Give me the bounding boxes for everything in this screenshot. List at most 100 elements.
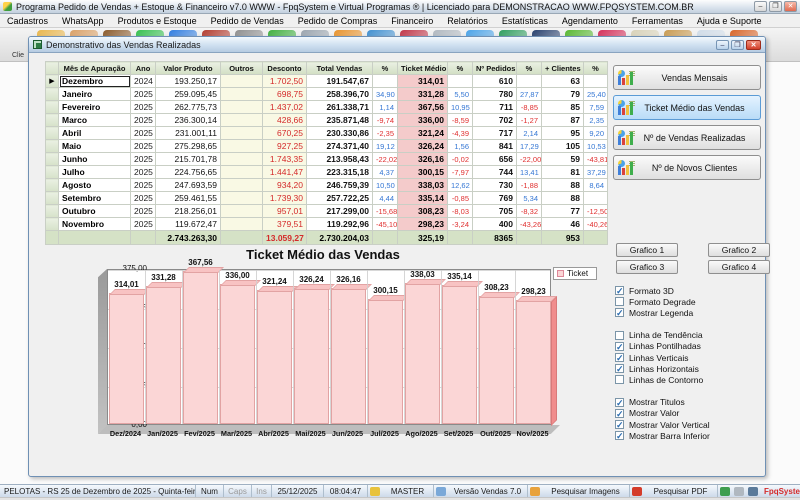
cell-mes[interactable]: Dezembro [58,74,131,88]
side-button-n-de-vendas-realizadas[interactable]: Nº de Vendas Realizadas [613,125,761,150]
cell-p_total[interactable]: -2,35 [372,126,398,140]
cell-clientes[interactable]: 79 [541,87,584,101]
checkbox-linhas-pontilhadas[interactable]: ✓ Linhas Pontilhadas [615,341,701,352]
cell-total[interactable]: 235.871,48 [306,113,373,127]
checkbox-mostrar-barra-inferior[interactable]: ✓ Mostrar Barra Inferior [615,430,710,441]
cell-p_clientes[interactable]: 8,64 [583,178,608,192]
cell-p_ticket[interactable]: 1,56 [447,139,473,153]
cell-mes[interactable]: Abril [58,126,131,140]
button-grafico-1[interactable]: Grafico 1 [616,243,678,257]
cell-ano[interactable]: 2025 [130,165,156,179]
checkbox-formato-3d[interactable]: ✓ Formato 3D [615,285,674,296]
cell-valor[interactable]: 218.256,01 [155,204,221,218]
menu-item-agendamento[interactable]: Agendamento [555,16,625,26]
cell-p_clientes[interactable]: -43,81 [583,152,608,166]
button-grafico-2[interactable]: Grafico 2 [708,243,770,257]
cell-pedidos[interactable]: 610 [472,74,517,88]
cell-clientes[interactable]: 85 [541,100,584,114]
cell-p_clientes[interactable]: -12,50 [583,204,608,218]
cell-total[interactable]: 191.547,67 [306,74,373,88]
cell-valor[interactable]: 224.756,65 [155,165,221,179]
cell-p_ticket[interactable]: -0,02 [447,152,473,166]
checkbox-linhas-horizontais[interactable]: ✓ Linhas Horizontais [615,363,699,374]
cell-mes[interactable]: Julho [58,165,131,179]
side-button-n-de-novos-clientes[interactable]: Nº de Novos Clientes [613,155,761,180]
cell-ticket[interactable]: 331,28 [397,87,448,101]
cell-p_pedidos[interactable]: 13,41 [516,165,542,179]
cell-p_ticket[interactable]: -4,39 [447,126,473,140]
cell-outros[interactable] [220,165,263,179]
cell-ticket[interactable]: 308,23 [397,204,448,218]
cell-total[interactable]: 213.958,43 [306,152,373,166]
cell-ticket[interactable]: 326,24 [397,139,448,153]
cell-p_pedidos[interactable]: 5,34 [516,191,542,205]
cell-valor[interactable]: 275.298,65 [155,139,221,153]
cell-mes[interactable]: Janeiro [58,87,131,101]
menu-item-ajuda-e-suporte[interactable]: Ajuda e Suporte [690,16,769,26]
cell-outros[interactable] [220,87,263,101]
button-grafico-3[interactable]: Grafico 3 [616,260,678,274]
menu-item-financeiro[interactable]: Financeiro [384,16,440,26]
cell-p_clientes[interactable]: -40,26 [583,217,608,231]
cell-outros[interactable] [220,152,263,166]
cell-p_clientes[interactable]: 7,59 [583,100,608,114]
cell-total[interactable]: 257.722,25 [306,191,373,205]
cell-p_clientes[interactable]: 25,40 [583,87,608,101]
cell-p_total[interactable]: -45,10 [372,217,398,231]
cell-p_ticket[interactable]: 5,50 [447,87,473,101]
cell-ano[interactable]: 2025 [130,139,156,153]
menu-item-whatsapp[interactable]: WhatsApp [55,16,111,26]
cell-mes[interactable]: Junho [58,152,131,166]
checkbox-mostrar-valor[interactable]: ✓ Mostrar Valor [615,408,679,419]
cell-ticket[interactable]: 326,16 [397,152,448,166]
cell-outros[interactable] [220,126,263,140]
cell-ticket[interactable]: 321,24 [397,126,448,140]
cell-clientes[interactable]: 87 [541,113,584,127]
cell-desconto[interactable]: 1.743,35 [262,152,307,166]
cell-total[interactable]: 230.330,86 [306,126,373,140]
minimize-button[interactable]: – [754,1,767,12]
cell-total[interactable]: 261.338,71 [306,100,373,114]
checkbox-mostrar-legenda[interactable]: ✓ Mostrar Legenda [615,307,693,318]
checkbox-formato-degrade[interactable]: Formato Degrade [615,296,696,307]
cell-ano[interactable]: 2025 [130,191,156,205]
cell-valor[interactable]: 231.001,11 [155,126,221,140]
cell-desconto[interactable]: 1.437,02 [262,100,307,114]
cell-ticket[interactable]: 298,23 [397,217,448,231]
cell-outros[interactable] [220,100,263,114]
checkbox-mostrar-valor-vertical[interactable]: ✓ Mostrar Valor Vertical [615,419,710,430]
cell-p_total[interactable]: 4,37 [372,165,398,179]
checkbox-linhas-de-contorno[interactable]: Linhas de Contorno [615,374,703,385]
cell-p_ticket[interactable]: -7,97 [447,165,473,179]
search-pdf-button[interactable]: Pesquisar PDF [644,485,718,497]
cell-p_total[interactable]: 1,14 [372,100,398,114]
button-grafico-4[interactable]: Grafico 4 [708,260,770,274]
checkbox-linha-de-tend-ncia[interactable]: Linha de Tendência [615,330,703,341]
cell-clientes[interactable]: 46 [541,217,584,231]
cell-p_pedidos[interactable]: -8,32 [516,204,542,218]
cell-clientes[interactable]: 105 [541,139,584,153]
cell-valor[interactable]: 262.775,73 [155,100,221,114]
cell-p_total[interactable]: -15,68 [372,204,398,218]
cell-p_clientes[interactable]: 9,20 [583,126,608,140]
cell-p_clientes[interactable]: 10,53 [583,139,608,153]
cell-p_clientes[interactable]: 37,29 [583,165,608,179]
cell-total[interactable]: 274.371,40 [306,139,373,153]
cell-ano[interactable]: 2025 [130,126,156,140]
cell-outros[interactable] [220,191,263,205]
cell-ticket[interactable]: 314,01 [397,74,448,88]
cell-clientes[interactable]: 77 [541,204,584,218]
menu-item-pedido-de-vendas[interactable]: Pedido de Vendas [204,16,291,26]
cell-desconto[interactable]: 698,75 [262,87,307,101]
cell-pedidos[interactable]: 702 [472,113,517,127]
cell-ano[interactable]: 2025 [130,152,156,166]
cell-p_pedidos[interactable]: -1,27 [516,113,542,127]
cell-ano[interactable]: 2025 [130,204,156,218]
restore-button[interactable]: ❐ [769,1,782,12]
cell-desconto[interactable]: 927,25 [262,139,307,153]
cell-valor[interactable]: 193.250,17 [155,74,221,88]
checkbox-linhas-verticais[interactable]: ✓ Linhas Verticais [615,352,689,363]
cell-total[interactable]: 246.759,39 [306,178,373,192]
cell-ticket[interactable]: 336,00 [397,113,448,127]
cell-desconto[interactable]: 1.441,47 [262,165,307,179]
